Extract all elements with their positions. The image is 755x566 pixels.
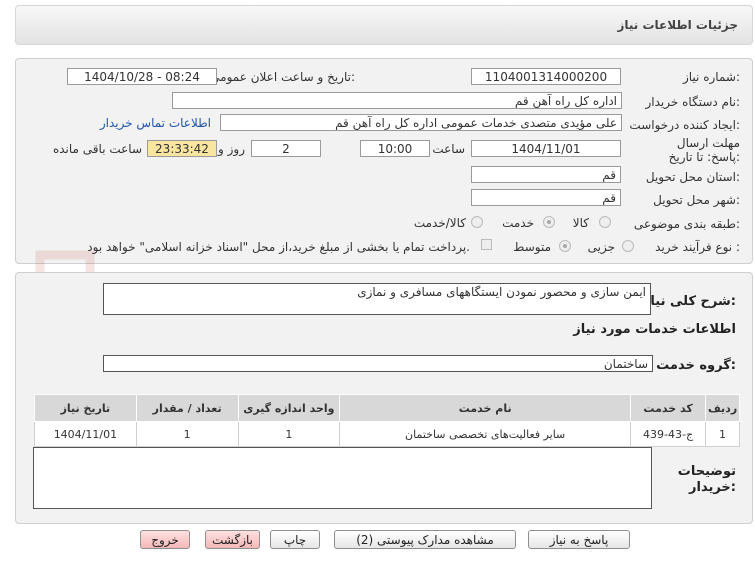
deadline-date-field: 1404/11/01 xyxy=(471,140,621,157)
summary-label: شرح کلی نیاز: xyxy=(642,294,736,309)
col-name-header: نام خدمت xyxy=(339,394,632,422)
category-service-radio[interactable] xyxy=(543,216,555,228)
province-label: استان محل تحویل: xyxy=(645,170,740,184)
services-table: ردیف کد خدمت نام خدمت واحد اندازه گیری ت… xyxy=(34,394,740,447)
deadline-time-label: ساعت xyxy=(432,142,465,156)
summary-field: ایمن سازی و محصور نمودن ایستگاههای مسافر… xyxy=(103,283,651,315)
days-label: روز و xyxy=(218,142,245,156)
table-row: 1 ج-43-439 سایر فعالیت‌های تخصصی ساختمان… xyxy=(34,421,740,447)
reply-button[interactable]: پاسخ به نیاز xyxy=(528,530,630,549)
buyer-org-field: اداره کل راه آهن قم xyxy=(172,92,622,109)
need-number-label: شماره نیاز: xyxy=(682,70,740,84)
page-header: جزئیات اطلاعات نیاز xyxy=(15,5,753,45)
col-code-header: کد خدمت xyxy=(630,394,707,422)
buyer-notes-label: توضیحات خریدار: xyxy=(677,464,736,495)
cell-qty: 1 xyxy=(135,421,239,447)
category-label: طبقه بندی موضوعی: xyxy=(633,217,740,231)
requester-label: ایجاد کننده درخواست: xyxy=(629,118,740,132)
cell-unit: 1 xyxy=(237,421,341,447)
city-field: قم xyxy=(471,189,621,206)
treasury-payment-checkbox[interactable] xyxy=(481,239,492,250)
buyer-notes-field xyxy=(33,447,652,509)
cell-row: 1 xyxy=(705,421,740,447)
cell-name: سایر فعالیت‌های تخصصی ساختمان xyxy=(339,421,632,447)
cell-date: 1404/11/01 xyxy=(34,421,137,447)
back-button[interactable]: بازگشت xyxy=(205,530,260,549)
announce-date-field: 1404/10/28 - 08:24 xyxy=(67,68,217,85)
remaining-time-field: 23:33:42 xyxy=(147,140,217,157)
treasury-payment-note: پرداخت تمام یا بخشی از مبلغ خرید،از محل … xyxy=(87,240,470,254)
page-title: جزئیات اطلاعات نیاز xyxy=(617,18,738,32)
buyer-contact-link[interactable]: اطلاعات تماس خریدار xyxy=(100,116,211,130)
category-goods-label: کالا xyxy=(572,216,589,230)
view-documents-button[interactable]: مشاهده مدارک پیوستی (2) xyxy=(334,530,516,549)
remaining-time-label: ساعت باقی مانده xyxy=(52,142,142,156)
process-medium-label: متوسط xyxy=(513,240,551,254)
category-service-label: خدمت xyxy=(502,216,534,230)
requester-field: علی مؤیدی متصدی خدمات عمومی اداره کل راه… xyxy=(220,114,622,131)
deadline-label: مهلت ارسال پاسخ: تا تاریخ: xyxy=(668,136,740,164)
process-minor-radio[interactable] xyxy=(622,240,634,252)
deadline-time-field: 10:00 xyxy=(360,140,430,157)
city-label: شهر محل تحویل: xyxy=(653,193,740,207)
services-section-title: اطلاعات خدمات مورد نیاز xyxy=(573,322,736,337)
col-qty-header: تعداد / مقدار xyxy=(135,394,239,422)
category-goods-service-radio[interactable] xyxy=(471,216,483,228)
category-goods-radio[interactable] xyxy=(599,216,611,228)
process-type-label: نوع فرآیند خرید : xyxy=(655,240,740,254)
table-header-row: ردیف کد خدمت نام خدمت واحد اندازه گیری ت… xyxy=(34,394,740,422)
exit-button[interactable]: خروج xyxy=(140,530,190,549)
service-group-field: ساختمان xyxy=(103,355,653,372)
col-row-header: ردیف xyxy=(705,394,740,422)
cell-code: ج-43-439 xyxy=(630,421,707,447)
province-field: قم xyxy=(471,166,621,183)
service-group-label: گروه خدمت: xyxy=(656,358,736,373)
days-remaining-field: 2 xyxy=(251,140,321,157)
need-number-field: 1104001314000200 xyxy=(471,68,621,85)
category-goods-service-label: کالا/خدمت xyxy=(413,216,466,230)
buyer-org-label: نام دستگاه خریدار: xyxy=(645,95,741,109)
col-unit-header: واحد اندازه گیری xyxy=(237,394,341,422)
process-minor-label: جزیی xyxy=(587,240,615,254)
need-info-panel xyxy=(15,58,753,264)
col-date-header: تاریخ نیاز xyxy=(34,394,137,422)
process-medium-radio[interactable] xyxy=(559,240,571,252)
announce-date-label: تاریخ و ساعت اعلان عمومی: xyxy=(210,70,355,84)
print-button[interactable]: چاپ xyxy=(270,530,320,549)
